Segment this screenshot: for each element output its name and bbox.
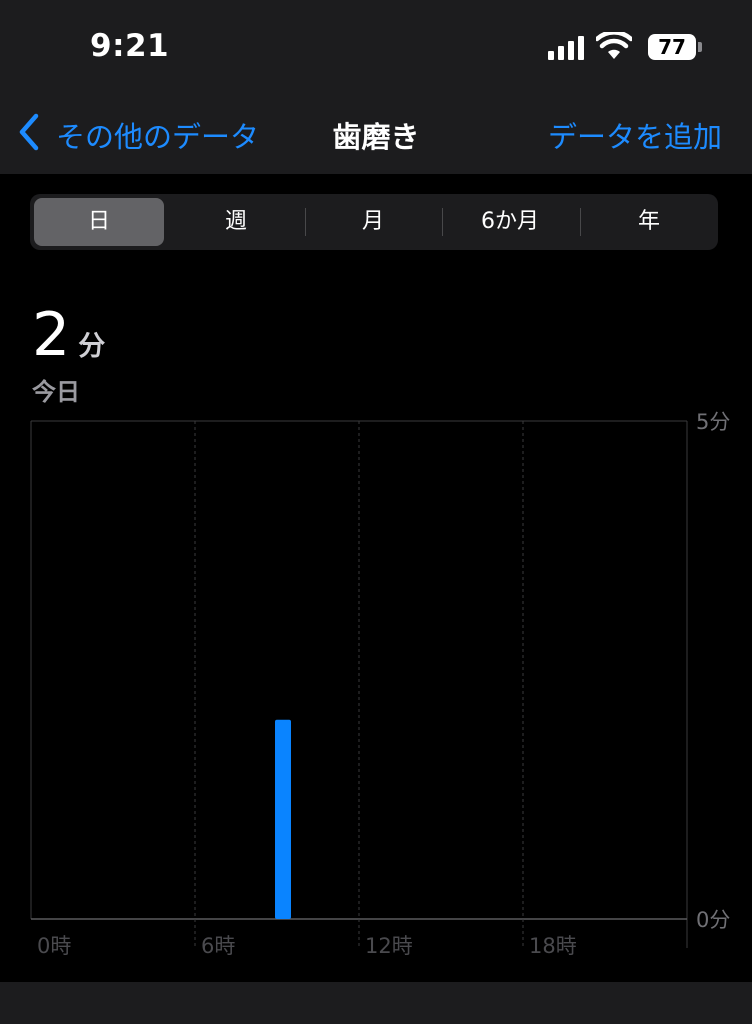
battery-level: 77: [658, 35, 686, 59]
segment-week[interactable]: 週: [171, 198, 301, 246]
chart-bar: [275, 719, 291, 919]
cellular-signal-icon: [548, 34, 588, 60]
brushing-chart[interactable]: 5分 0分 0時 6時 12時 18時: [0, 400, 752, 970]
navigation-bar: その他のデータ 歯磨き データを追加: [0, 96, 752, 174]
segment-month[interactable]: 月: [308, 198, 438, 246]
chart-svg: 5分 0分 0時 6時 12時 18時: [30, 410, 730, 958]
bottom-panel: [0, 982, 752, 1024]
y-tick-label: 0分: [696, 908, 730, 932]
x-tick-label: 12時: [365, 934, 413, 958]
status-time: 9:21: [90, 28, 170, 64]
status-bar: 9:21 77: [0, 0, 752, 96]
y-tick-label: 5分: [696, 410, 730, 434]
segment-divider: [442, 208, 443, 236]
x-tick-label: 18時: [529, 934, 577, 958]
segment-divider: [580, 208, 581, 236]
segment-six-months[interactable]: 6か月: [445, 198, 575, 246]
battery-icon: 77: [648, 34, 696, 60]
summary-number: 2: [32, 300, 71, 370]
battery-tip: [698, 42, 702, 52]
segment-day[interactable]: 日: [34, 198, 164, 246]
period-segmented-control: 日 週 月 6か月 年: [30, 194, 718, 250]
add-data-button[interactable]: データを追加: [548, 114, 722, 156]
summary-unit: 分: [78, 331, 106, 362]
x-tick-label: 0時: [37, 934, 71, 958]
segment-year[interactable]: 年: [584, 198, 714, 246]
x-tick-label: 6時: [201, 934, 235, 958]
wifi-icon: [596, 32, 632, 59]
segment-divider: [305, 208, 306, 236]
summary-value: 2分: [32, 300, 105, 370]
